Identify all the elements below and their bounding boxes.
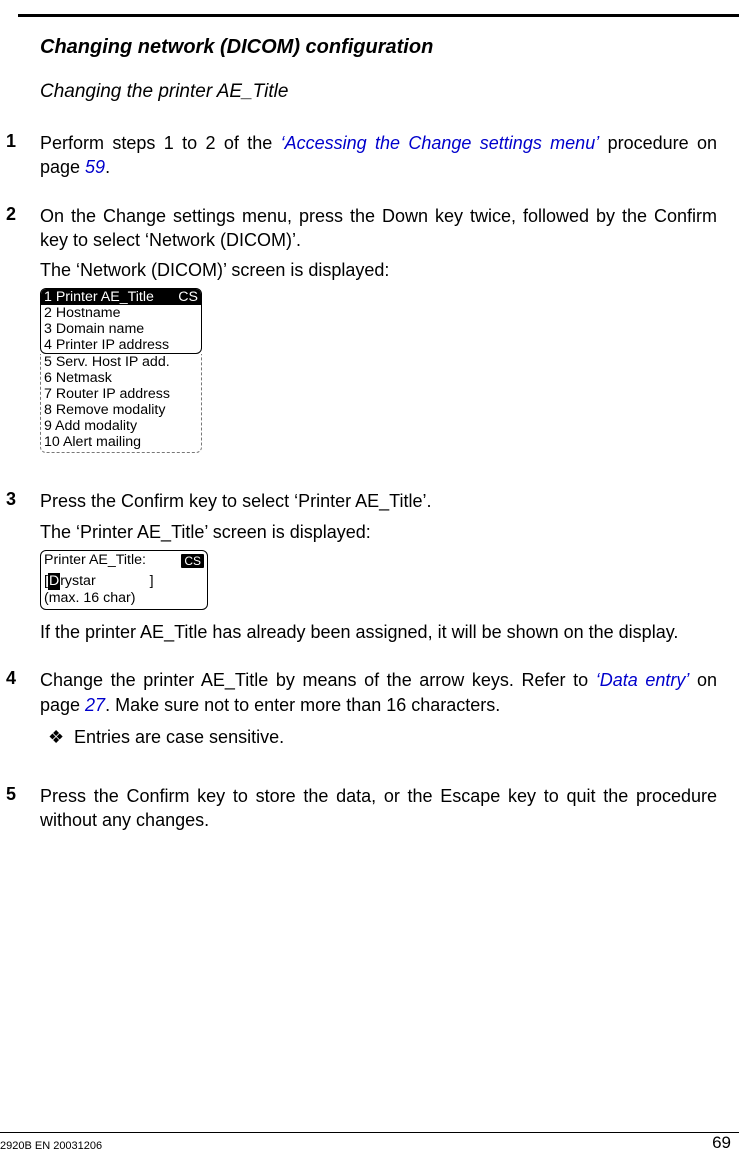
cs-badge: CS <box>178 289 198 305</box>
heading-subsection: Changing the printer AE_Title <box>40 81 717 103</box>
menu-row-selected: 1 Printer AE_Title CS <box>41 289 201 305</box>
step-number: 2 <box>6 204 40 472</box>
menu-row: 5 Serv. Host IP add. <box>41 354 201 370</box>
menu-row: 7 Router IP address <box>41 386 201 402</box>
lcd-menu-screen: 1 Printer AE_Title CS 2 Hostname 3 Domai… <box>40 288 202 354</box>
step-2: 2 On the Change settings menu, press the… <box>40 204 717 472</box>
cursor-char: D <box>48 573 60 590</box>
text: Press the Confirm key to select ‘Printer… <box>40 489 717 513</box>
menu-row: 2 Hostname <box>41 305 201 321</box>
link-accessing-menu[interactable]: ‘Accessing the Change settings menu’ <box>281 133 600 153</box>
content: Changing network (DICOM) configuration C… <box>40 36 717 857</box>
page: Changing network (DICOM) configuration C… <box>0 0 739 1169</box>
text: On the Change settings menu, press the D… <box>40 204 717 253</box>
bracket-close: ] <box>150 573 154 589</box>
menu-label: 1 Printer AE_Title <box>44 289 154 305</box>
menu-row: 8 Remove modality <box>41 402 201 418</box>
page-ref[interactable]: 59 <box>85 157 105 177</box>
top-rule <box>18 14 739 17</box>
link-data-entry[interactable]: ‘Data entry’ <box>596 670 690 690</box>
text: Change the printer AE_Title by means of … <box>40 670 596 690</box>
step-number: 1 <box>6 131 40 186</box>
cs-badge: CS <box>181 554 204 568</box>
bullet-text: Entries are case sensitive. <box>74 727 284 748</box>
step-number: 3 <box>6 489 40 650</box>
step-number: 4 <box>6 668 40 766</box>
menu-row: 9 Add modality <box>41 418 201 434</box>
text: . <box>105 157 110 177</box>
text: . Make sure not to enter more than 16 ch… <box>105 695 500 715</box>
menu-row: 6 Netmask <box>41 370 201 386</box>
heading-section: Changing network (DICOM) configuration <box>40 36 717 59</box>
footer-page-number: 69 <box>712 1133 731 1153</box>
entry-hint: (max. 16 char) <box>44 590 204 607</box>
entry-label: Printer AE_Title: <box>44 552 146 569</box>
step-body: Change the printer AE_Title by means of … <box>40 668 717 766</box>
text: If the printer AE_Title has already been… <box>40 620 717 644</box>
text: Perform steps 1 to 2 of the <box>40 133 281 153</box>
step-number: 5 <box>6 784 40 839</box>
bullet-item: ❖ Entries are case sensitive. <box>48 727 717 748</box>
step-1: 1 Perform steps 1 to 2 of the ‘Accessing… <box>40 131 717 186</box>
footer-doc-id: 2920B EN 20031206 <box>0 1140 102 1152</box>
footer-rule <box>0 1132 739 1133</box>
lcd-entry-screen: Printer AE_Title: CS [Drystar] (max. 16 … <box>40 550 208 610</box>
page-ref[interactable]: 27 <box>85 695 105 715</box>
step-body: On the Change settings menu, press the D… <box>40 204 717 472</box>
step-5: 5 Press the Confirm key to store the dat… <box>40 784 717 839</box>
text: The ‘Printer AE_Title’ screen is display… <box>40 520 717 544</box>
text: The ‘Network (DICOM)’ screen is displaye… <box>40 258 717 282</box>
lcd-menu-overflow: 5 Serv. Host IP add. 6 Netmask 7 Router … <box>40 354 202 453</box>
step-3: 3 Press the Confirm key to select ‘Print… <box>40 489 717 650</box>
step-body: Press the Confirm key to store the data,… <box>40 784 717 839</box>
step-body: Press the Confirm key to select ‘Printer… <box>40 489 717 650</box>
diamond-bullet-icon: ❖ <box>48 727 74 748</box>
menu-row: 3 Domain name <box>41 321 201 337</box>
menu-row: 4 Printer IP address <box>41 337 201 353</box>
text: Press the Confirm key to store the data,… <box>40 784 717 833</box>
entry-text: rystar <box>60 573 95 589</box>
step-4: 4 Change the printer AE_Title by means o… <box>40 668 717 766</box>
entry-value: [Drystar] <box>44 573 204 590</box>
step-body: Perform steps 1 to 2 of the ‘Accessing t… <box>40 131 717 186</box>
menu-row: 10 Alert mailing <box>41 434 201 450</box>
